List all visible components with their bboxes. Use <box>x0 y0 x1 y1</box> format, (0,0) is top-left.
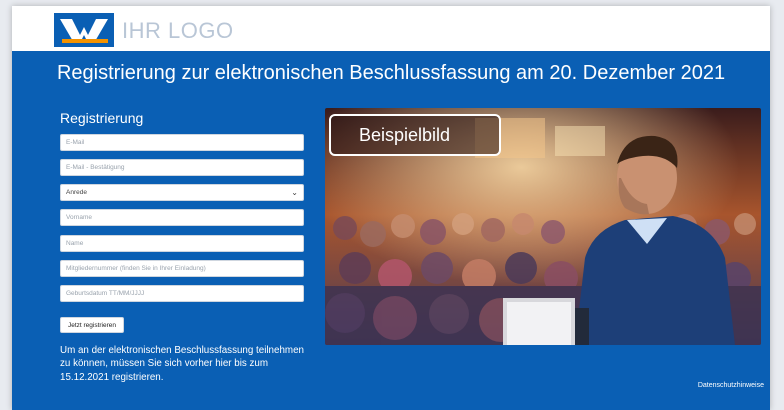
firstname-field[interactable] <box>60 209 304 226</box>
logo-text: IHR LOGO <box>122 18 234 43</box>
page-title: Registrierung zur elektronischen Beschlu… <box>56 62 726 84</box>
registration-heading: Registrierung <box>60 110 144 126</box>
hero-image: Beispielbild <box>325 108 761 345</box>
lastname-field[interactable] <box>60 235 304 252</box>
birthdate-field[interactable] <box>60 285 304 302</box>
page-frame: IHR LOGO Registrierung zur elektronische… <box>12 6 770 410</box>
register-button[interactable]: Jetzt registrieren <box>60 317 124 333</box>
bank-logo-icon <box>54 13 114 47</box>
email-field[interactable] <box>60 134 304 151</box>
salutation-select[interactable]: Anrede ⌄ <box>60 184 304 201</box>
salutation-value: Anrede <box>66 189 87 196</box>
registration-note: Um an der elektronischen Beschlussfassun… <box>60 345 304 383</box>
email-confirm-field[interactable] <box>60 159 304 176</box>
header: IHR LOGO <box>12 6 770 51</box>
privacy-link[interactable]: Datenschutzhinweise <box>698 382 764 389</box>
sample-image-badge: Beispielbild <box>329 114 501 156</box>
chevron-down-icon: ⌄ <box>291 188 298 197</box>
member-number-field[interactable] <box>60 260 304 277</box>
